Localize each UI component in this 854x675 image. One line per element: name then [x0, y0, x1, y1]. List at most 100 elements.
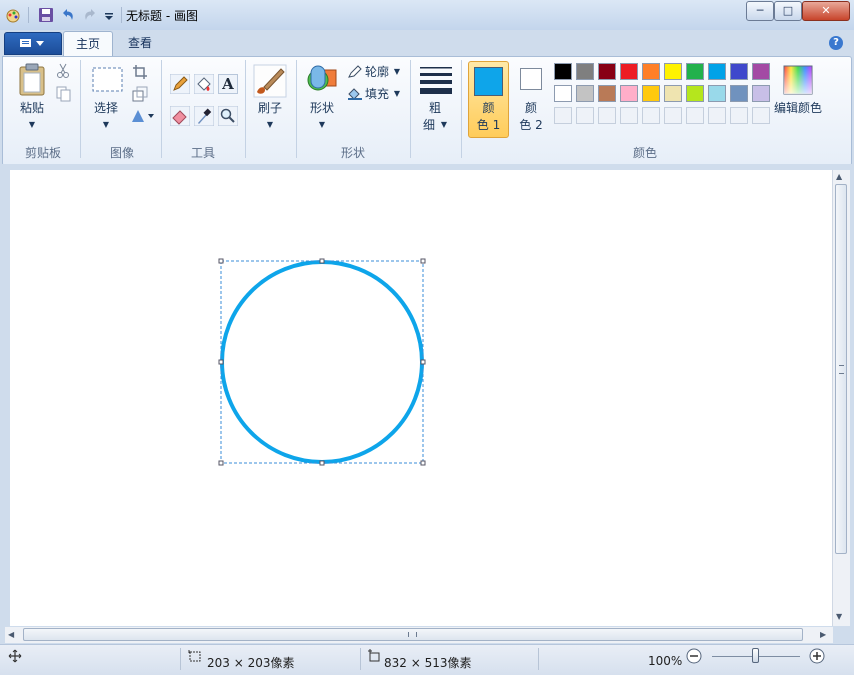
- vertical-scroll-thumb[interactable]: [835, 184, 847, 554]
- custom-color-slot[interactable]: [554, 107, 572, 124]
- palette-swatch[interactable]: [554, 63, 572, 80]
- palette-swatch[interactable]: [752, 85, 770, 102]
- resize-handle-top[interactable]: [319, 258, 325, 264]
- fill-button-label[interactable]: 填充: [365, 86, 393, 102]
- custom-color-slot[interactable]: [664, 107, 682, 124]
- fill-with-color-icon[interactable]: [193, 73, 215, 97]
- palette-swatch[interactable]: [752, 63, 770, 80]
- cut-icon[interactable]: [56, 63, 70, 82]
- resize-handle-bottom[interactable]: [319, 460, 325, 466]
- customize-quick-access-icon[interactable]: [103, 7, 119, 23]
- palette-swatch[interactable]: [708, 63, 726, 80]
- zoom-in-icon[interactable]: [809, 648, 825, 667]
- text-tool-icon[interactable]: A: [218, 74, 238, 94]
- palette-swatch[interactable]: [686, 63, 704, 80]
- resize-handle-left[interactable]: [218, 359, 224, 365]
- paste-icon[interactable]: [18, 63, 48, 100]
- custom-color-slot[interactable]: [642, 107, 660, 124]
- tab-view[interactable]: 查看: [117, 31, 163, 56]
- drawing-canvas[interactable]: [10, 170, 832, 626]
- scroll-right-arrow-icon[interactable]: ▶: [820, 630, 826, 639]
- custom-color-slot[interactable]: [686, 107, 704, 124]
- custom-color-slot[interactable]: [752, 107, 770, 124]
- brushes-button-label[interactable]: 刷子: [251, 100, 289, 116]
- crop-icon[interactable]: [132, 64, 148, 83]
- paste-dropdown-arrow[interactable]: ▼: [24, 117, 40, 133]
- minimize-button[interactable]: ─: [746, 1, 774, 21]
- paint-menu-button[interactable]: [4, 32, 62, 55]
- fill-dropdown-arrow[interactable]: ▼: [392, 86, 402, 102]
- scroll-up-arrow-icon[interactable]: ▲: [836, 172, 842, 181]
- color2-swatch[interactable]: [520, 68, 542, 90]
- size-label-line1[interactable]: 粗: [420, 100, 450, 116]
- custom-color-slot[interactable]: [598, 107, 616, 124]
- horizontal-scrollbar[interactable]: ◀ ▶: [5, 627, 833, 643]
- palette-swatch[interactable]: [708, 85, 726, 102]
- brushes-icon[interactable]: [253, 64, 287, 101]
- color2-label-line2[interactable]: 色 2: [512, 117, 550, 133]
- undo-icon[interactable]: [60, 7, 76, 23]
- brushes-dropdown-arrow[interactable]: ▼: [262, 117, 278, 133]
- palette-swatch[interactable]: [642, 63, 660, 80]
- horizontal-scroll-thumb[interactable]: [23, 628, 803, 641]
- select-dropdown-arrow[interactable]: ▼: [98, 117, 114, 133]
- resize-handle-bottom-left[interactable]: [218, 460, 224, 466]
- color-picker-icon[interactable]: [193, 105, 215, 129]
- palette-swatch[interactable]: [598, 63, 616, 80]
- custom-color-slot[interactable]: [708, 107, 726, 124]
- resize-icon[interactable]: [132, 86, 148, 105]
- scroll-down-arrow-icon[interactable]: ▼: [836, 612, 842, 621]
- select-icon[interactable]: [92, 67, 124, 96]
- fill-icon[interactable]: [347, 86, 363, 103]
- custom-color-slot[interactable]: [576, 107, 594, 124]
- drawn-circle[interactable]: [220, 260, 424, 464]
- resize-handle-top-right[interactable]: [420, 258, 426, 264]
- select-button-label[interactable]: 选择: [88, 100, 124, 116]
- palette-swatch[interactable]: [664, 63, 682, 80]
- shapes-icon[interactable]: [306, 64, 340, 99]
- outline-button-label[interactable]: 轮廓: [365, 64, 393, 80]
- palette-swatch[interactable]: [686, 85, 704, 102]
- palette-swatch[interactable]: [664, 85, 682, 102]
- resize-handle-right[interactable]: [420, 359, 426, 365]
- shapes-dropdown-arrow[interactable]: ▼: [314, 117, 330, 133]
- resize-handle-bottom-right[interactable]: [420, 460, 426, 466]
- palette-swatch[interactable]: [730, 63, 748, 80]
- paint-app-icon[interactable]: [5, 7, 21, 23]
- maximize-button[interactable]: □: [774, 1, 802, 21]
- eraser-icon[interactable]: [169, 105, 191, 129]
- edit-colors-icon[interactable]: [783, 65, 813, 98]
- shapes-button-label[interactable]: 形状: [302, 100, 342, 116]
- palette-swatch[interactable]: [620, 85, 638, 102]
- palette-swatch[interactable]: [576, 63, 594, 80]
- color2-label-line1[interactable]: 颜: [512, 100, 550, 116]
- palette-swatch[interactable]: [576, 85, 594, 102]
- size-label-line2[interactable]: 细: [418, 117, 440, 133]
- outline-icon[interactable]: [347, 65, 363, 82]
- redo-icon[interactable]: [82, 7, 98, 23]
- palette-swatch[interactable]: [620, 63, 638, 80]
- palette-swatch[interactable]: [554, 85, 572, 102]
- resize-handle-top-left[interactable]: [218, 258, 224, 264]
- rotate-icon[interactable]: [130, 108, 156, 127]
- vertical-scrollbar[interactable]: ▲ ▼: [832, 170, 850, 626]
- line-size-icon[interactable]: [419, 66, 453, 97]
- copy-icon[interactable]: [56, 86, 72, 105]
- close-button[interactable]: ✕: [802, 1, 850, 21]
- palette-swatch[interactable]: [598, 85, 616, 102]
- palette-swatch[interactable]: [642, 85, 660, 102]
- custom-color-slot[interactable]: [730, 107, 748, 124]
- edit-colors-label[interactable]: 编辑颜色: [772, 100, 824, 116]
- zoom-slider-thumb[interactable]: [752, 648, 759, 663]
- help-icon[interactable]: ?: [829, 36, 843, 50]
- size-dropdown-arrow[interactable]: ▼: [438, 117, 450, 133]
- tab-home[interactable]: 主页: [63, 31, 113, 57]
- custom-color-slot[interactable]: [620, 107, 638, 124]
- palette-swatch[interactable]: [730, 85, 748, 102]
- scroll-left-arrow-icon[interactable]: ◀: [8, 630, 14, 639]
- magnifier-icon[interactable]: [217, 105, 239, 129]
- pencil-icon[interactable]: [169, 73, 191, 97]
- outline-dropdown-arrow[interactable]: ▼: [392, 64, 402, 80]
- paste-button-label[interactable]: 粘贴: [14, 100, 50, 116]
- save-icon[interactable]: [38, 7, 54, 23]
